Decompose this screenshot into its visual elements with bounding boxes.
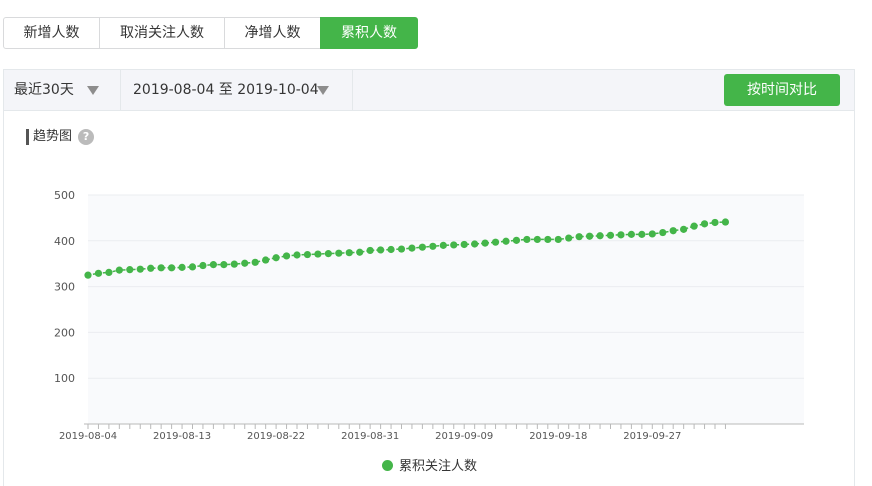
data-point	[178, 263, 186, 271]
plot-area	[88, 195, 804, 424]
data-point	[377, 246, 385, 254]
data-point	[282, 252, 291, 260]
data-point	[345, 249, 353, 257]
data-point	[711, 218, 719, 227]
data-point	[136, 265, 144, 273]
trend-chart: 100 200 300 400 500 2019-08-04 2019-08-13 2019-…	[54, 189, 804, 442]
data-point	[575, 233, 583, 241]
data-point	[397, 245, 406, 253]
data-point	[544, 235, 552, 244]
data-point	[408, 244, 416, 252]
chart-grid	[88, 194, 804, 424]
legend-marker	[382, 460, 393, 471]
data-point	[523, 235, 531, 244]
data-point	[324, 250, 332, 258]
data-point	[115, 266, 123, 274]
data-point	[659, 228, 667, 237]
data-point	[565, 234, 573, 242]
data-point	[554, 235, 562, 244]
legend-label: 累积关注人数	[399, 459, 478, 474]
data-point	[627, 230, 636, 238]
x-tick-label: 2019-08-31	[341, 431, 399, 442]
x-tick-label: 2019-08-22	[247, 431, 305, 442]
y-tick-label: 100	[54, 372, 75, 385]
data-point	[460, 240, 468, 249]
data-point	[126, 266, 134, 274]
data-point	[586, 232, 594, 240]
data-point	[471, 240, 479, 248]
data-point	[230, 260, 238, 268]
data-point	[512, 236, 521, 244]
data-point	[617, 231, 625, 239]
data-point	[157, 264, 165, 272]
data-point	[366, 246, 374, 255]
data-point	[105, 268, 113, 277]
data-point	[638, 230, 646, 238]
data-point	[251, 258, 259, 266]
data-point	[450, 241, 458, 249]
data-point	[648, 230, 656, 238]
data-point	[94, 269, 103, 277]
data-point	[209, 261, 217, 269]
data-point	[606, 231, 615, 239]
y-tick-label: 300	[54, 281, 75, 294]
data-point	[335, 249, 343, 257]
y-tick-label: 400	[54, 235, 75, 248]
data-point	[491, 238, 500, 246]
data-point	[241, 259, 249, 267]
x-tick-label: 2019-09-18	[529, 431, 587, 442]
data-point	[596, 232, 604, 240]
data-point	[721, 218, 730, 226]
data-point	[439, 241, 447, 249]
x-tick-label: 2019-08-13	[153, 431, 211, 442]
data-point	[293, 251, 301, 259]
data-point	[700, 220, 709, 228]
x-tick-label: 2019-09-27	[623, 431, 681, 442]
data-point	[220, 261, 228, 269]
data-point	[303, 250, 312, 259]
data-point	[680, 225, 688, 233]
data-point	[481, 239, 489, 247]
data-point	[429, 242, 437, 250]
chart-legend[interactable]: 累积关注人数	[382, 455, 477, 474]
data-point	[669, 227, 677, 235]
x-tick-label: 2019-08-04	[59, 431, 117, 442]
y-tick-label: 500	[54, 189, 75, 202]
data-point	[199, 261, 207, 270]
x-tick-label: 2019-09-09	[435, 431, 493, 442]
data-point	[147, 264, 155, 272]
data-point	[387, 245, 395, 254]
data-point	[168, 264, 176, 272]
data-point	[533, 235, 541, 244]
data-point	[502, 237, 510, 245]
data-point	[262, 256, 270, 264]
data-point	[314, 250, 322, 258]
data-point	[84, 271, 92, 279]
data-point	[690, 222, 698, 230]
y-tick-label: 200	[54, 326, 75, 339]
data-point	[356, 248, 364, 256]
data-point	[188, 263, 197, 271]
data-point	[272, 254, 280, 262]
data-point	[418, 243, 426, 251]
